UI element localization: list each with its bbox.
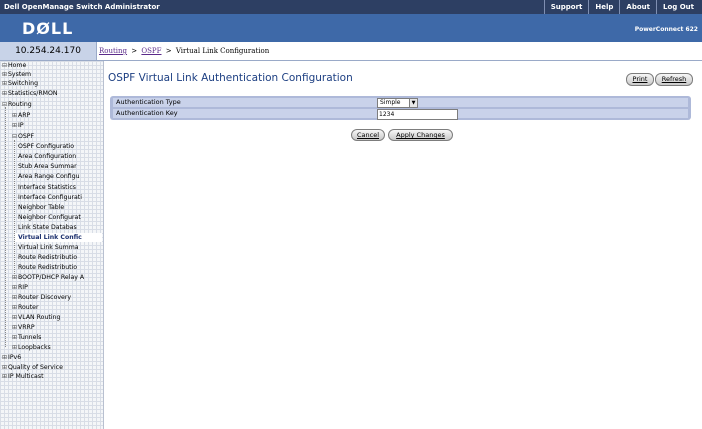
breadcrumb-ospf-link[interactable]: OSPF [141,47,161,55]
sidebar-item-label: Area Configuration [18,153,77,160]
dell-logo: DØLL [22,19,74,38]
page-title: OSPF Virtual Link Authentication Configu… [108,72,353,84]
product-name: PowerConnect 622 [634,26,698,33]
sidebar-item-label: Router Discovery [18,294,72,301]
sidebar-item-loopbacks[interactable]: ⊞Loopbacks [12,343,102,352]
sidebar-item-route-redistributio[interactable]: Route Redistributio [18,263,102,272]
sidebar-item-home[interactable]: ⊟Home [2,61,102,70]
sidebar-item-vrrp[interactable]: ⊞VRRP [12,323,102,332]
sidebar-item-label: Home [8,62,27,69]
about-link[interactable]: About [619,0,656,14]
auth-key-label: Authentication Key [116,109,178,117]
sidebar-item-neighbor-configurat[interactable]: Neighbor Configurat [18,213,102,222]
sidebar-item-ip[interactable]: ⊞IP [12,121,102,130]
sidebar-item-neighbor-table[interactable]: Neighbor Table [18,203,102,212]
sidebar-item-label: IP [18,122,24,129]
sidebar-nav: ⊟Home ⊞System ⊞Switching ⊞Statistics/RMON ⊟R… [0,61,104,429]
sidebar-item-system[interactable]: ⊞System [2,70,102,79]
sidebar-item-ipv6[interactable]: ⊞IPv6 [2,353,102,362]
sidebar-item-label: Tunnels [18,334,42,341]
auth-type-value: Simple [380,99,401,106]
sidebar-item-interface-statistics[interactable]: Interface Statistics [18,183,102,192]
sidebar-item-rip[interactable]: ⊞RIP [12,283,102,292]
sidebar-item-interface-configurati[interactable]: Interface Configurati [18,193,102,202]
support-link[interactable]: Support [543,0,589,14]
banner: DØLL PowerConnect 622 [0,14,702,42]
sidebar-item-label: Neighbor Table [18,204,65,211]
sidebar-item-tunnels[interactable]: ⊞Tunnels [12,333,102,342]
sidebar-item-label: IPv6 [8,354,22,361]
sidebar-item-label: OSPF Configuratio [18,143,75,150]
help-link[interactable]: Help [588,0,619,14]
sidebar-item-label: Stub Area Summar [18,163,77,170]
switch-ip-address: 10.254.24.170 [0,42,97,61]
sidebar-item-label: Router [18,304,39,311]
sidebar-item-label: Virtual Link Summa [18,244,79,251]
sidebar-item-label: Loopbacks [18,344,51,351]
sidebar-item-label: Link State Databas [18,224,77,231]
sidebar-item-area-range-configu[interactable]: Area Range Configu [18,172,102,181]
sidebar-item-area-configuration[interactable]: Area Configuration [18,152,102,161]
app-title: Dell OpenManage Switch Administrator [4,3,160,11]
sidebar-item-arp[interactable]: ⊞ARP [12,111,102,120]
breadcrumb-separator: > [131,47,138,55]
tree-guide-line [14,140,15,274]
sidebar-item-switching[interactable]: ⊞Switching [2,79,102,88]
sidebar-item-stub-area-summar[interactable]: Stub Area Summar [18,162,102,171]
sidebar-item-vlan-routing[interactable]: ⊞VLAN Routing [12,313,102,322]
sidebar-item-label: Statistics/RMON [8,90,58,97]
sidebar-item-label: OSPF [18,133,35,140]
sidebar-item-ospf[interactable]: ⊟OSPF [12,132,102,141]
top-links: Support Help About Log Out [543,0,700,14]
sidebar-item-label: Interface Statistics [18,184,76,191]
sidebar-item-ospf-configuratio[interactable]: OSPF Configuratio [18,142,102,151]
auth-type-select[interactable]: Simple ▼ [377,98,418,108]
sidebar-item-label: Routing [8,101,32,108]
sidebar-item-router-discovery[interactable]: ⊞Router Discovery [12,293,102,302]
chevron-down-icon[interactable]: ▼ [409,99,417,107]
sidebar-item-label: Route Redistributio [18,254,78,261]
apply-changes-button[interactable]: Apply Changes [388,129,453,141]
sidebar-item-routing[interactable]: ⊟Routing [2,100,102,109]
breadcrumb: Routing > OSPF > Virtual Link Configurat… [97,42,702,61]
sidebar-item-label: Neighbor Configurat [18,214,81,221]
sidebar-item-route-redistributio[interactable]: Route Redistributio [18,253,102,262]
top-bar: Dell OpenManage Switch Administrator Sup… [0,0,702,14]
sidebar-item-label: Quality of Service [8,364,63,371]
sidebar-item-bootp-dhcp-relay-a[interactable]: ⊞BOOTP/DHCP Relay A [12,273,102,282]
sidebar-item-label: Virtual Link Confic [18,234,82,241]
sidebar-item-statistics-rmon[interactable]: ⊞Statistics/RMON [2,89,102,98]
sidebar-item-label: Interface Configurati [18,194,82,201]
sidebar-item-quality-of-service[interactable]: ⊞Quality of Service [2,363,102,372]
sidebar-item-label: Switching [8,80,39,87]
auth-type-label: Authentication Type [116,98,181,106]
print-button[interactable]: Print [626,73,654,86]
sidebar-item-label: Route Redistributio [18,264,78,271]
cancel-button[interactable]: Cancel [351,129,385,141]
sidebar-item-label: Area Range Configu [18,173,80,180]
sidebar-item-label: IP Multicast [8,373,44,380]
sidebar-item-label: System [8,71,32,78]
sidebar-item-virtual-link-summa[interactable]: Virtual Link Summa [18,243,102,252]
auth-key-input[interactable] [377,109,458,120]
refresh-button[interactable]: Refresh [655,73,693,86]
breadcrumb-routing-link[interactable]: Routing [99,47,127,55]
sidebar-item-label: RIP [18,284,28,291]
sidebar-item-label: VRRP [18,324,35,331]
sidebar-item-label: VLAN Routing [18,314,61,321]
breadcrumb-current: Virtual Link Configuration [175,47,270,55]
tree-guide-line [5,107,6,347]
sidebar-item-router[interactable]: ⊞Router [12,303,102,312]
sidebar-item-virtual-link-confic[interactable]: Virtual Link Confic [15,233,102,242]
sidebar-item-link-state-databas[interactable]: Link State Databas [18,223,102,232]
sidebar-item-label: BOOTP/DHCP Relay A [18,274,85,281]
sidebar-item-label: ARP [18,112,31,119]
logout-link[interactable]: Log Out [656,0,700,14]
sidebar-item-ip-multicast[interactable]: ⊞IP Multicast [2,372,102,381]
breadcrumb-separator: > [165,47,172,55]
